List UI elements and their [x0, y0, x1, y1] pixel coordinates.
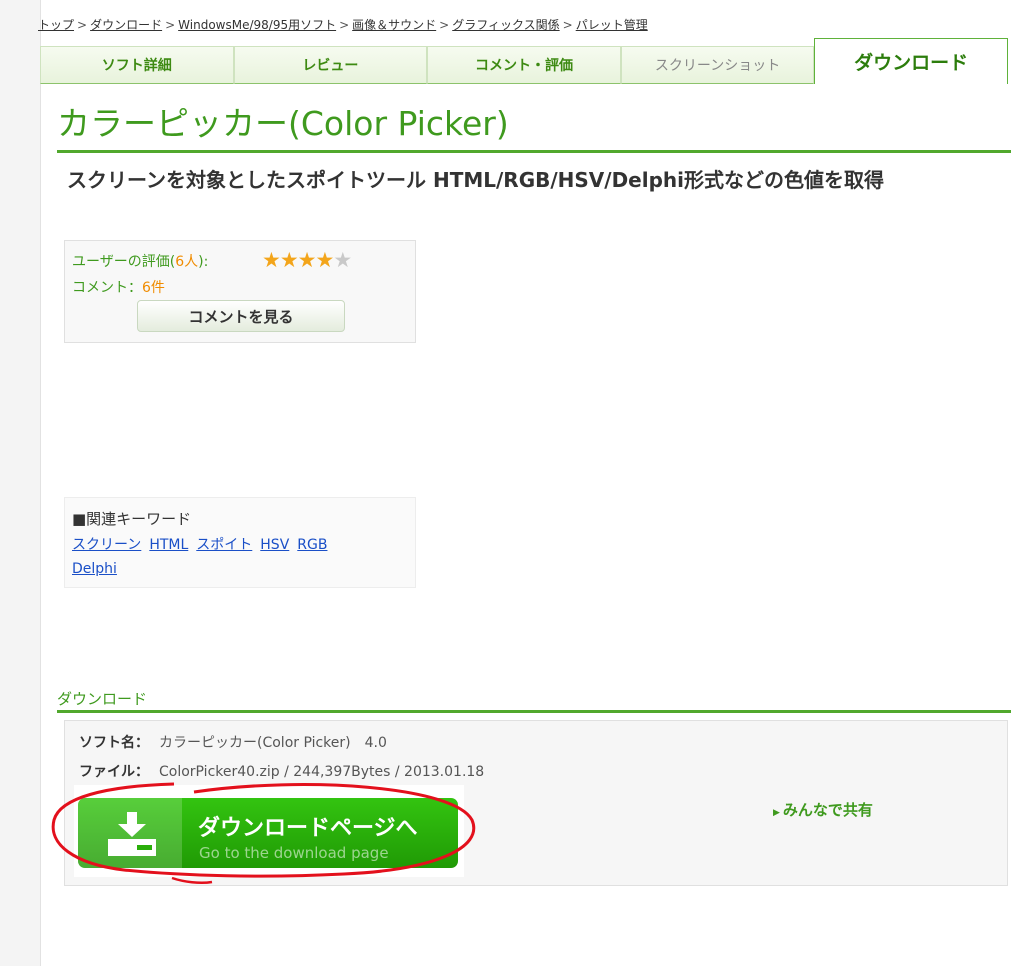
star-rating: ★★★★★: [262, 248, 352, 272]
breadcrumb-separator: >: [562, 18, 573, 32]
tab-download[interactable]: ダウンロード: [814, 38, 1008, 84]
breadcrumb-separator: >: [339, 18, 350, 32]
tab-review[interactable]: レビュー: [233, 46, 428, 84]
title-divider: [57, 150, 1011, 153]
breadcrumb-palette[interactable]: パレット管理: [576, 18, 648, 32]
tab-soft-details[interactable]: ソフト詳細: [40, 46, 234, 84]
tab-bar: ソフト詳細 レビュー コメント・評価 スクリーンショット ダウンロード: [40, 38, 1008, 84]
half-star-icon: ★: [333, 248, 352, 272]
left-sidebar: [0, 0, 41, 966]
red-annotation-circle: [51, 782, 476, 885]
user-rating-label: ユーザーの評価(6人):: [72, 251, 208, 271]
star-icon: ★★★★: [262, 248, 334, 272]
rating-label-prefix: ユーザーの評価(: [72, 254, 176, 270]
comment-prefix: コメント：: [72, 280, 142, 296]
rating-label-suffix: ):: [198, 254, 209, 270]
keyword-link-html[interactable]: HTML: [149, 537, 188, 553]
keyword-links: スクリーン HTML スポイト HSV RGB Delphi: [72, 533, 392, 581]
tab-comments[interactable]: コメント・評価: [427, 46, 621, 84]
keyword-link-spuit[interactable]: スポイト: [196, 537, 252, 553]
breadcrumb-top[interactable]: トップ: [38, 18, 74, 32]
download-heading: ダウンロード: [57, 690, 148, 708]
breadcrumb-image-sound[interactable]: 画像＆サウンド: [352, 18, 436, 32]
keyword-link-rgb[interactable]: RGB: [297, 537, 327, 553]
breadcrumb-separator: >: [165, 18, 176, 32]
keywords-title: ■関連キーワード: [72, 510, 192, 528]
keyword-link-delphi[interactable]: Delphi: [72, 561, 117, 577]
keyword-link-hsv[interactable]: HSV: [260, 537, 289, 553]
page-subtitle: スクリーンを対象としたスポイトツール HTML/RGB/HSV/Delphi形式…: [67, 168, 885, 192]
share-link[interactable]: ▶ みんなで共有: [773, 799, 873, 820]
page-title: カラーピッカー(Color Picker): [57, 104, 509, 143]
triangle-right-icon: ▶: [773, 808, 780, 818]
soft-name-label: ソフト名：: [79, 735, 149, 751]
breadcrumb-download[interactable]: ダウンロード: [90, 18, 162, 32]
share-label: みんなで共有: [782, 801, 873, 819]
tab-screenshot[interactable]: スクリーンショット: [620, 46, 815, 84]
breadcrumb: トップ > ダウンロード > WindowsMe/98/95用ソフト > 画像＆サウンド > グ…: [38, 16, 648, 33]
breadcrumb-windowsme[interactable]: WindowsMe/98/95用ソフト: [178, 18, 336, 32]
related-keywords-panel: ■関連キーワード スクリーン HTML スポイト HSV RGB Delphi: [64, 497, 416, 588]
breadcrumb-graphics[interactable]: グラフィックス関係: [452, 18, 559, 32]
download-divider: [57, 710, 1011, 713]
view-comments-button[interactable]: コメントを見る: [137, 300, 345, 332]
rating-count: 6人: [175, 254, 199, 270]
breadcrumb-separator: >: [77, 18, 88, 32]
soft-name-value: カラーピッカー(Color Picker) 4.0: [159, 735, 387, 751]
rating-panel: ユーザーの評価(6人): ★★★★★ コメント：6件 コメントを見る: [64, 240, 416, 343]
breadcrumb-separator: >: [439, 18, 450, 32]
comment-count-label: コメント：6件: [72, 277, 165, 297]
soft-name-row: ソフト名： カラーピッカー(Color Picker) 4.0: [79, 732, 387, 752]
keyword-link-screen[interactable]: スクリーン: [72, 537, 141, 553]
comment-count: 6件: [142, 280, 165, 296]
